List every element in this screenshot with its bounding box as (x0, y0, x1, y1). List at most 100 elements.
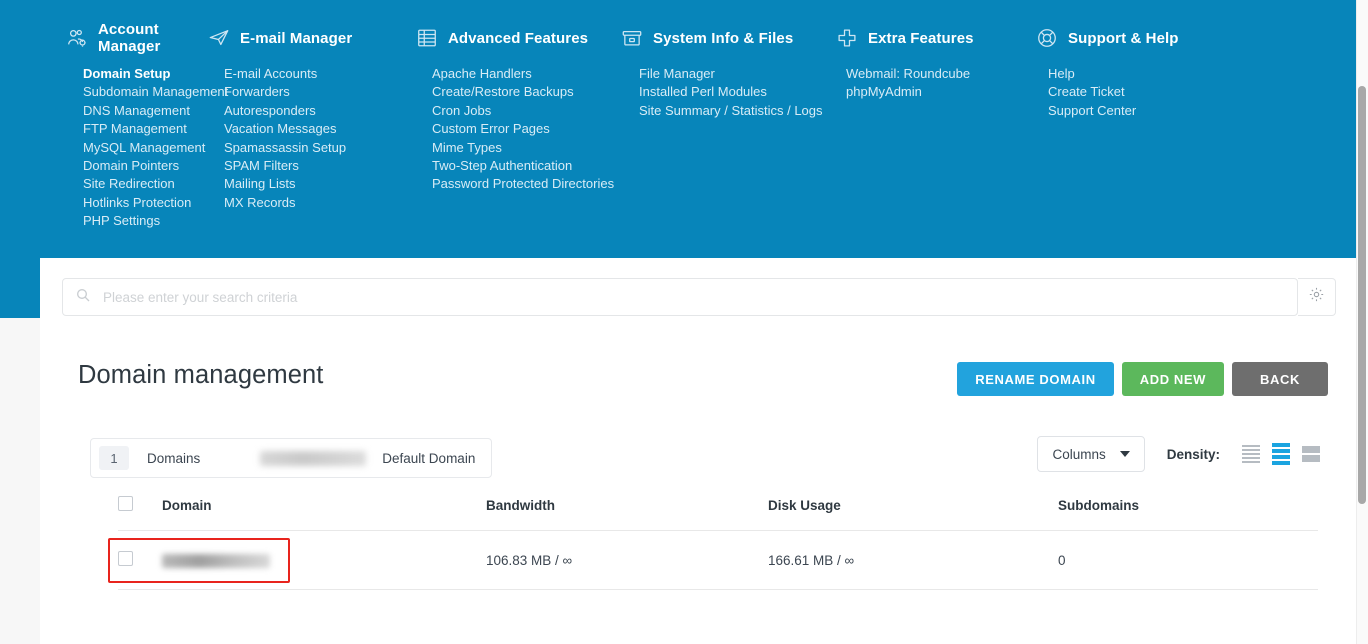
nav-item-support-center[interactable]: Support Center (1048, 102, 1246, 120)
columns-dropdown-label: Columns (1052, 446, 1106, 462)
select-all-header (118, 496, 162, 531)
nav-item-autoresponders[interactable]: Autoresponders (224, 102, 416, 120)
nav-item-two-step-authentication[interactable]: Two-Step Authentication (432, 157, 621, 175)
paper-plane-icon (208, 27, 230, 49)
nav-item-mime-types[interactable]: Mime Types (432, 139, 621, 157)
cell-domain[interactable] (162, 530, 486, 590)
mega-menu-lists: Domain Setup Subdomain Management DNS Ma… (0, 58, 1356, 231)
columns-dropdown[interactable]: Columns (1037, 436, 1145, 472)
nav-item-subdomain-management[interactable]: Subdomain Management (83, 83, 228, 101)
nav-item-phpmyadmin[interactable]: phpMyAdmin (846, 83, 1036, 101)
nav-item-ftp-management[interactable]: FTP Management (83, 120, 208, 138)
table-row[interactable]: 106.83 MB / ∞ 166.61 MB / ∞ 0 (118, 530, 1318, 590)
nav-list-account-manager: Domain Setup Subdomain Management DNS Ma… (0, 58, 228, 231)
plus-cross-icon (836, 27, 858, 49)
archive-box-icon (621, 27, 643, 49)
density-standard-icon[interactable] (1272, 443, 1290, 465)
nav-item-custom-error-pages[interactable]: Custom Error Pages (432, 120, 621, 138)
back-button[interactable]: BACK (1232, 362, 1328, 396)
nav-group-email-manager[interactable]: E-mail Manager (208, 0, 416, 58)
cell-disk-usage: 166.61 MB / ∞ (768, 530, 1058, 590)
cell-bandwidth: 106.83 MB / ∞ (486, 530, 768, 590)
cell-subdomains: 0 (1058, 530, 1318, 590)
users-gear-icon (66, 27, 88, 49)
nav-group-title: System Info & Files (653, 29, 794, 47)
page-action-buttons: RENAME DOMAIN ADD NEW BACK (957, 362, 1328, 396)
density-compact-icon[interactable] (1242, 445, 1260, 463)
nav-item-spam-filters[interactable]: SPAM Filters (224, 157, 416, 175)
nav-item-mailing-lists[interactable]: Mailing Lists (224, 175, 416, 193)
chevron-down-icon (1119, 451, 1130, 457)
density-options (1242, 443, 1320, 465)
nav-item-domain-pointers[interactable]: Domain Pointers (83, 157, 208, 175)
density-label: Density: (1166, 446, 1220, 462)
gear-icon (1308, 286, 1325, 308)
nav-item-domain-setup[interactable]: Domain Setup (83, 65, 208, 83)
page-scrollbar-thumb[interactable] (1358, 86, 1366, 504)
nav-group-account-manager[interactable]: Account Manager (0, 0, 208, 58)
column-header-bandwidth[interactable]: Bandwidth (486, 496, 768, 531)
search-input[interactable] (101, 288, 1285, 306)
nav-item-site-redirection[interactable]: Site Redirection (83, 175, 208, 193)
nav-item-forwarders[interactable]: Forwarders (224, 83, 416, 101)
select-all-checkbox[interactable] (118, 496, 133, 511)
domain-summary-bar: 1 Domains Default Domain (90, 438, 493, 478)
nav-group-title: Advanced Features (448, 29, 589, 47)
search-bar[interactable] (62, 278, 1298, 316)
rename-domain-button[interactable]: RENAME DOMAIN (957, 362, 1114, 396)
nav-item-site-summary-statistics-logs[interactable]: Site Summary / Statistics / Logs (639, 102, 836, 120)
domain-count-badge: 1 (99, 446, 129, 470)
density-comfortable-icon[interactable] (1302, 446, 1320, 462)
page-title: Domain management (78, 361, 324, 389)
domains-table: Domain Bandwidth Disk Usage Subdomains 1… (118, 496, 1318, 590)
nav-group-title: E-mail Manager (240, 29, 353, 47)
page-background-left (0, 318, 40, 644)
table-tools: Columns Density: (1037, 436, 1320, 472)
nav-item-email-accounts[interactable]: E-mail Accounts (224, 65, 416, 83)
nav-item-cron-jobs[interactable]: Cron Jobs (432, 102, 621, 120)
nav-group-title: Account Manager (98, 21, 161, 55)
default-domain-label: Default Domain (382, 450, 476, 466)
nav-item-dns-management[interactable]: DNS Management (83, 102, 208, 120)
search-settings-button[interactable] (1298, 278, 1336, 316)
nav-list-system-info-files: File Manager Installed Perl Modules Site… (621, 58, 836, 231)
nav-group-support-help[interactable]: Support & Help (1036, 0, 1246, 58)
nav-item-file-manager[interactable]: File Manager (639, 65, 836, 83)
nav-item-hotlinks-protection[interactable]: Hotlinks Protection (83, 194, 208, 212)
content-card: Domain management RENAME DOMAIN ADD NEW … (40, 258, 1356, 644)
nav-item-php-settings[interactable]: PHP Settings (83, 212, 208, 230)
nav-item-password-protected-directories[interactable]: Password Protected Directories (432, 175, 621, 193)
nav-item-spamassassin-setup[interactable]: Spamassassin Setup (224, 139, 416, 157)
nav-group-advanced-features[interactable]: Advanced Features (416, 0, 621, 58)
nav-item-create-ticket[interactable]: Create Ticket (1048, 83, 1246, 101)
nav-group-system-info-files[interactable]: System Info & Files (621, 0, 836, 58)
nav-item-installed-perl-modules[interactable]: Installed Perl Modules (639, 83, 836, 101)
nav-item-webmail-roundcube[interactable]: Webmail: Roundcube (846, 65, 1036, 83)
row-checkbox[interactable] (118, 551, 133, 566)
mega-menu-headers: Account Manager E-mail Manager Advanced … (0, 0, 1356, 58)
domain-count-label: Domains (147, 450, 201, 466)
nav-item-apache-handlers[interactable]: Apache Handlers (432, 65, 621, 83)
search-icon (75, 287, 91, 308)
nav-item-mysql-management[interactable]: MySQL Management (83, 139, 208, 157)
column-header-disk-usage[interactable]: Disk Usage (768, 496, 1058, 531)
nav-group-title: Extra Features (868, 29, 974, 47)
nav-item-help[interactable]: Help (1048, 65, 1246, 83)
add-new-button[interactable]: ADD NEW (1121, 362, 1225, 396)
column-header-subdomains[interactable]: Subdomains (1058, 496, 1318, 531)
nav-item-mx-records[interactable]: MX Records (224, 194, 416, 212)
page-scrollbar-track[interactable] (1356, 0, 1368, 644)
table-list-icon (416, 27, 438, 49)
nav-list-extra-features: Webmail: Roundcube phpMyAdmin (836, 58, 1036, 231)
app-root: Account Manager E-mail Manager Advanced … (0, 0, 1368, 644)
nav-item-create-restore-backups[interactable]: Create/Restore Backups (432, 83, 621, 101)
nav-list-email-manager: E-mail Accounts Forwarders Autoresponder… (208, 58, 416, 231)
default-domain-name-redacted (260, 450, 367, 466)
nav-item-vacation-messages[interactable]: Vacation Messages (224, 120, 416, 138)
nav-list-advanced-features: Apache Handlers Create/Restore Backups C… (416, 58, 621, 231)
table-header-row: Domain Bandwidth Disk Usage Subdomains (118, 496, 1318, 531)
life-ring-icon (1036, 27, 1058, 49)
column-header-domain[interactable]: Domain (162, 496, 486, 531)
domain-name-redacted (162, 553, 270, 568)
nav-group-extra-features[interactable]: Extra Features (836, 0, 1036, 58)
